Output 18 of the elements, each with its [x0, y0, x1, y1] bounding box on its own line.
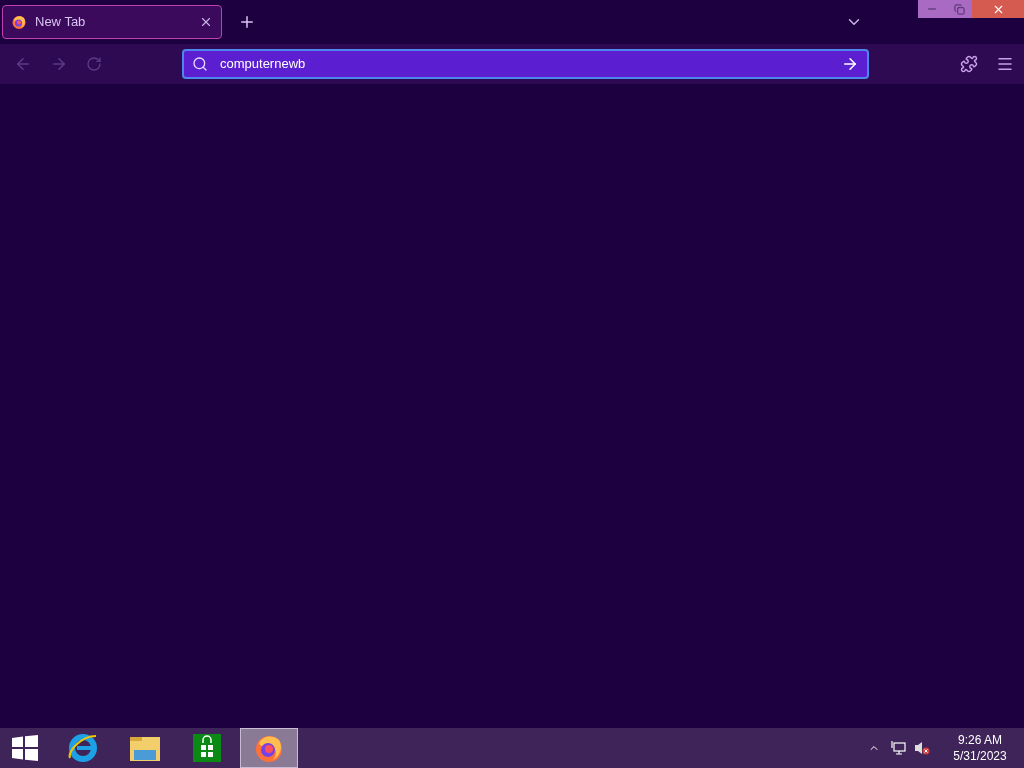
go-arrow-icon[interactable]	[841, 55, 859, 73]
address-field[interactable]: computernewb	[182, 49, 869, 79]
network-icon[interactable]	[890, 740, 906, 756]
store-bag-icon	[193, 734, 221, 762]
clock-date: 5/31/2023	[953, 748, 1007, 764]
browser-tab[interactable]: New Tab	[2, 5, 222, 39]
clock[interactable]: 9:26 AM 5/31/2023	[940, 732, 1020, 764]
browser-e-icon	[67, 732, 99, 764]
tab-title: New Tab	[35, 13, 87, 32]
menu-icon[interactable]	[996, 55, 1014, 73]
muted-speaker-icon[interactable]	[914, 740, 930, 756]
clock-time: 9:26 AM	[958, 732, 1002, 748]
restore-icon	[953, 3, 965, 15]
new-tab-icon[interactable]	[238, 13, 256, 31]
windows-logo-icon	[12, 735, 38, 761]
close-icon[interactable]	[199, 15, 213, 29]
search-icon	[192, 56, 208, 72]
extensions-icon[interactable]	[960, 55, 978, 73]
